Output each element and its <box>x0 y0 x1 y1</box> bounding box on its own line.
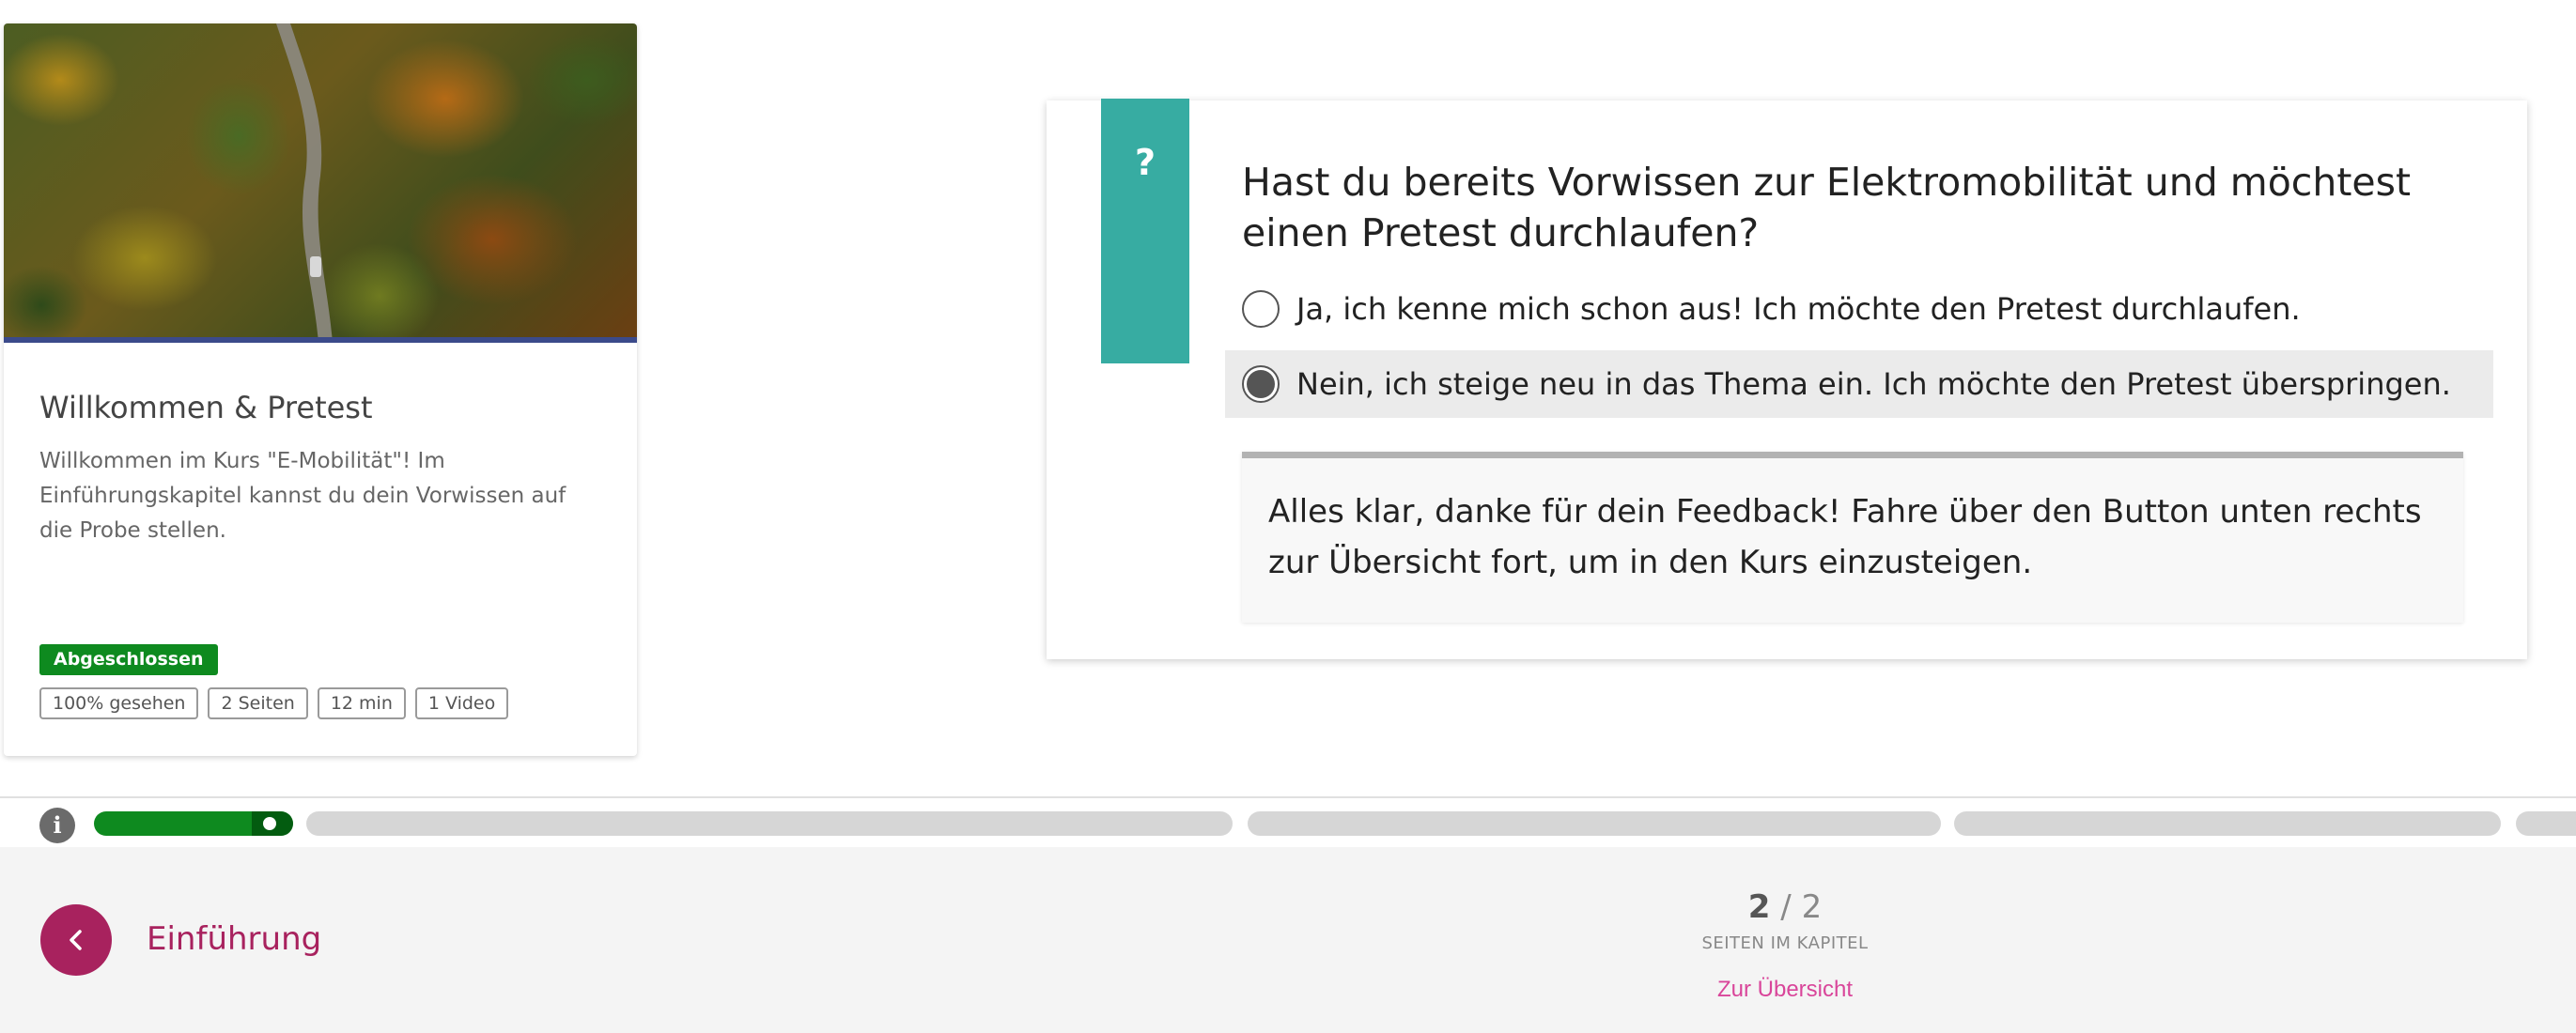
info-icon[interactable]: i <box>39 808 75 843</box>
question-mark-icon: ? <box>1101 99 1189 363</box>
total-pages: 2 <box>1801 888 1823 926</box>
chevron-left-icon <box>70 930 82 950</box>
back-button[interactable] <box>40 904 112 976</box>
page: Willkommen & Pretest Willkommen im Kurs … <box>0 0 2576 1033</box>
tag-duration: 12 min <box>317 687 406 719</box>
option-no-label[interactable]: Nein, ich steige neu in das Thema ein. I… <box>1296 366 2451 402</box>
tag-viewed: 100% gesehen <box>39 687 199 719</box>
progress-segment-current[interactable] <box>94 811 293 836</box>
bottom-navigation: Einführung 2 / 2 SEITEN IM KAPITEL Zur Ü… <box>0 847 2576 1033</box>
progress-segment[interactable] <box>1248 811 1941 836</box>
forest-road-image <box>4 23 637 343</box>
option-yes-label[interactable]: Ja, ich kenne mich schon aus! Ich möchte… <box>1296 291 2301 327</box>
chapter-progress-bar: i <box>0 796 2576 847</box>
page-separator: / <box>1780 888 1792 926</box>
status-badge: Abgeschlossen <box>39 644 218 675</box>
feedback-box: Alles klar, danke für dein Feedback! Fah… <box>1242 452 2463 623</box>
tag-videos: 1 Video <box>414 687 509 719</box>
pages-label: SEITEN IM KAPITEL <box>1701 933 1869 953</box>
progress-segment[interactable] <box>306 811 1233 836</box>
chapter-card[interactable]: Willkommen & Pretest Willkommen im Kurs … <box>4 23 637 756</box>
tag-pages: 2 Seiten <box>208 687 308 719</box>
question-text: Hast du bereits Vorwissen zur Elektromob… <box>1242 160 2412 255</box>
forest-road-illustration <box>276 23 333 337</box>
question-panel: ? Hast du bereits Vorwissen zur Elektrom… <box>1047 99 2527 659</box>
chapter-name-link[interactable]: Einführung <box>147 920 321 958</box>
overview-link[interactable]: Zur Übersicht <box>1597 977 1973 1003</box>
page-counter: 2 / 2 <box>1597 888 1973 926</box>
card-description: Willkommen im Kurs "E-Mobilität"! Im Ein… <box>39 449 566 543</box>
progress-marker <box>252 811 293 836</box>
option-no[interactable]: Nein, ich steige neu in das Thema ein. I… <box>1225 350 2493 418</box>
feedback-text: Alles klar, danke für dein Feedback! Fah… <box>1268 493 2422 581</box>
card-title: Willkommen & Pretest <box>39 390 373 425</box>
card-tags: 100% gesehen 2 Seiten 12 min 1 Video <box>39 687 509 719</box>
radio-no[interactable] <box>1242 365 1280 403</box>
radio-yes[interactable] <box>1242 290 1280 328</box>
progress-segment[interactable] <box>1954 811 2501 836</box>
radio-selected-dot <box>1247 370 1275 398</box>
progress-segment[interactable] <box>2516 811 2576 836</box>
current-page: 2 <box>1747 888 1771 926</box>
option-yes[interactable]: Ja, ich kenne mich schon aus! Ich möchte… <box>1225 275 2493 343</box>
